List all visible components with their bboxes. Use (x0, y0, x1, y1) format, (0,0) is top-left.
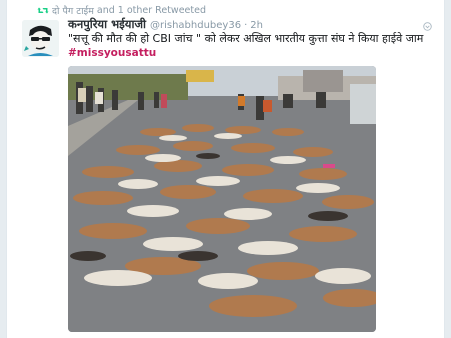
shop-sign (186, 70, 214, 82)
separator-dot: · (244, 20, 248, 31)
tweet-photo[interactable] (68, 66, 376, 332)
photo-image (68, 66, 376, 332)
retweet-context-text: and 1 other Retweeted (96, 4, 206, 16)
avatar[interactable] (22, 20, 59, 57)
display-name[interactable]: कनपुरिया भईयाजी (68, 17, 146, 32)
user-handle[interactable]: @rishabhdubey36 (150, 20, 241, 31)
retweet-context: दो पैग टाईम and 1 other Retweeted (37, 3, 206, 17)
caret-down-icon[interactable] (423, 22, 432, 31)
tweet-text-line: "सत्तू की मौत की हो CBI जांच " को लेकर अ… (68, 32, 424, 45)
retweeter-name[interactable]: दो पैग टाईम (52, 4, 94, 17)
tweet-card[interactable]: दो पैग टाईम and 1 other Retweeted कनपुरि… (6, 0, 445, 338)
tweet-text: "सत्तू की मौत की हो CBI जांच " को लेकर अ… (68, 31, 448, 61)
tweet-timestamp[interactable]: 2h (250, 20, 263, 31)
retweet-icon (37, 7, 49, 13)
hashtag-link[interactable]: #missyousattu (68, 46, 448, 61)
tweet-header: कनपुरिया भईयाजी @rishabhdubey36 · 2h (68, 17, 434, 32)
avatar-illustration (22, 20, 59, 57)
